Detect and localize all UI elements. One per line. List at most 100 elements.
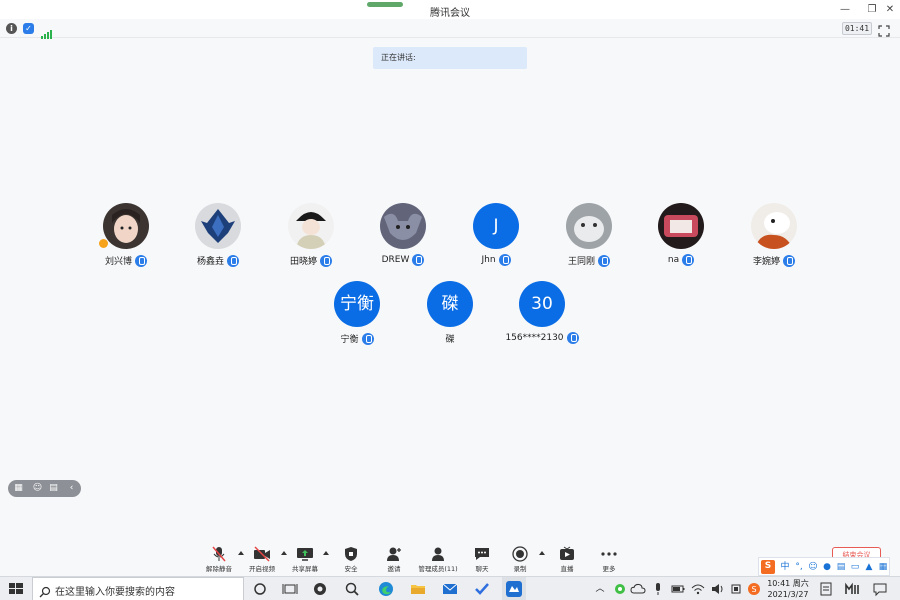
ime-punct-indicator[interactable]: °, (793, 561, 805, 573)
cortana-icon[interactable] (252, 581, 268, 597)
close-button[interactable]: ✕ (883, 3, 897, 16)
participant-name: 磔 (445, 335, 455, 345)
share-screen-icon (296, 546, 314, 562)
members-icon (429, 546, 447, 562)
signal-icon[interactable] (41, 24, 52, 39)
toolbox-icon[interactable]: ▭ (849, 561, 861, 573)
participant-tile[interactable]: J Jhn (450, 203, 542, 266)
keyboard-icon[interactable]: ▤ (48, 483, 59, 494)
participant-tile[interactable]: DREW (357, 203, 449, 266)
record-button[interactable]: 录制 (498, 546, 542, 573)
security-button[interactable]: 安全 (329, 546, 373, 573)
search-placeholder: 在这里输入你要搜索的内容 (55, 587, 175, 598)
clock-date: 2021/3/27 (767, 590, 809, 599)
record-icon (511, 546, 529, 562)
invite-button[interactable]: 邀请 (372, 546, 416, 573)
avatar (195, 203, 241, 249)
emoji-icon[interactable]: ☺ (807, 561, 819, 573)
ime-toolbar: S 中 °, ☺ ● ▤ ▭ ▲ ▦ (758, 557, 890, 576)
taskbar-active-app[interactable] (502, 577, 526, 600)
window-title: 腾讯会议 (430, 8, 470, 19)
minimize-button[interactable]: — (838, 3, 852, 16)
info-icon[interactable]: i (6, 23, 17, 34)
edge-browser-icon[interactable] (378, 581, 394, 597)
speaking-indicator: 正在讲话: (373, 47, 527, 69)
participant-name: Jhn (481, 255, 496, 265)
avatar: 30 (519, 281, 565, 327)
collapse-icon[interactable]: ‹ (66, 483, 77, 494)
participant-tile[interactable]: 磔 磔 (404, 281, 496, 345)
avatar (288, 203, 334, 249)
skin-icon[interactable]: ▲ (863, 561, 875, 573)
notepad-icon[interactable] (818, 581, 834, 597)
mic-icon (682, 254, 695, 266)
tray-mic-icon[interactable] (650, 581, 666, 597)
mic-icon (227, 254, 239, 267)
task-view-icon[interactable] (282, 581, 298, 597)
todo-app-icon[interactable] (474, 581, 490, 597)
voice-icon[interactable]: ● (821, 561, 833, 573)
battery-icon[interactable] (670, 581, 686, 597)
mail-icon[interactable] (442, 581, 458, 597)
camera-off-icon (253, 546, 271, 562)
tray-expand-icon[interactable]: ︿ (592, 581, 608, 597)
mic-icon (598, 254, 610, 267)
layout-icon[interactable]: ▦ (13, 483, 24, 494)
wifi-icon[interactable] (690, 581, 706, 597)
grid-icon[interactable]: ▦ (877, 561, 889, 573)
mic-muted-icon (210, 546, 228, 562)
windows-start-icon[interactable] (8, 581, 24, 597)
taskbar-search-box[interactable]: 在这里输入你要搜索的内容 (32, 577, 244, 600)
participant-tile[interactable]: 王同刚 (543, 203, 635, 267)
participant-name: 王同刚 (567, 257, 595, 267)
avatar (751, 203, 797, 249)
emoji-icon[interactable]: ☺ (32, 483, 43, 494)
app-m-icon[interactable] (844, 581, 860, 597)
manage-members-button[interactable]: 管理成员(11) (414, 546, 462, 573)
participant-tile[interactable]: na (635, 203, 727, 266)
mic-icon (412, 254, 425, 266)
mic-icon (566, 332, 579, 344)
avatar (103, 203, 149, 249)
more-button[interactable]: 更多 (587, 546, 631, 573)
live-button[interactable]: 直播 (545, 546, 589, 573)
cloud-icon[interactable] (630, 581, 646, 597)
participant-name: 宁衡 (340, 335, 359, 345)
participant-name: DREW (381, 255, 410, 265)
volume-icon[interactable] (710, 581, 726, 597)
file-explorer-icon[interactable] (410, 581, 426, 597)
mic-icon (783, 254, 795, 267)
add-user-icon (385, 546, 403, 562)
tray-app-icon[interactable] (612, 581, 628, 597)
shield-icon[interactable]: ✓ (23, 23, 34, 34)
meeting-timer: 01:41 (842, 22, 872, 35)
participant-tile[interactable]: 30 156****2130 (496, 281, 588, 344)
participant-tile[interactable]: 杨鑫垚 (172, 203, 264, 267)
restore-button[interactable]: ❐ (865, 3, 879, 16)
keyboard-icon[interactable]: ▤ (835, 561, 847, 573)
start-video-button[interactable]: 开启视频 (240, 546, 284, 573)
participant-tile[interactable]: 刘兴博 (80, 203, 172, 267)
magnifier-app-icon[interactable] (344, 581, 360, 597)
participant-tile[interactable]: 田晓婷 (265, 203, 357, 267)
notification-icon[interactable] (872, 581, 888, 597)
app-icon[interactable] (312, 581, 328, 597)
sogou-logo-icon[interactable]: S (761, 560, 775, 574)
chat-icon (473, 546, 491, 562)
avatar (658, 203, 704, 249)
fullscreen-icon[interactable] (878, 22, 890, 37)
participant-tile[interactable]: 宁衡 宁衡 (311, 281, 403, 345)
participant-tile[interactable]: 李婉婷 (728, 203, 820, 267)
unmute-button[interactable]: 解除静音 (197, 546, 241, 573)
tray-settings-icon[interactable] (728, 581, 744, 597)
share-screen-button[interactable]: 共享屏幕 (283, 546, 327, 573)
taskbar: 在这里输入你要搜索的内容 ︿ S 10:41 周六 2021/3/27 (0, 576, 900, 600)
search-icon (39, 583, 51, 598)
sogou-tray-icon[interactable]: S (746, 581, 762, 597)
ime-lang-indicator[interactable]: 中 (779, 561, 791, 573)
participant-name: na (667, 255, 680, 265)
taskbar-clock[interactable]: 10:41 周六 2021/3/27 (764, 578, 812, 600)
avatar: J (473, 203, 519, 249)
host-icon (99, 239, 108, 248)
avatar: 磔 (427, 281, 473, 327)
